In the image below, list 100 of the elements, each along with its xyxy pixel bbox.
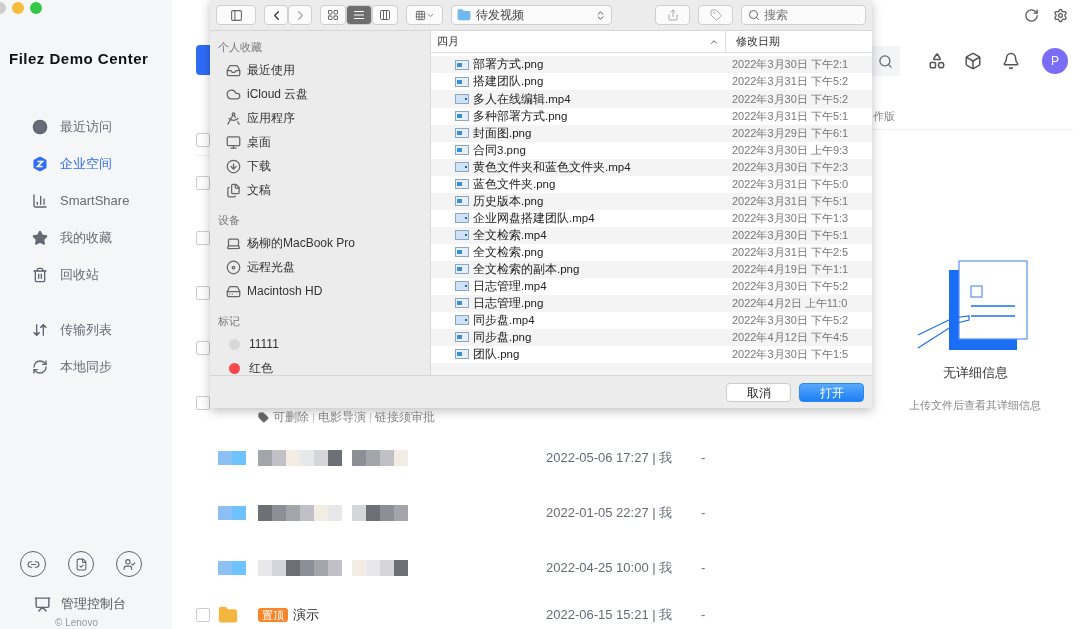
- path-menu[interactable]: 待发视频: [450, 5, 613, 25]
- video-file-icon: [455, 315, 469, 326]
- modified-date: 2022-06-15 15:21 | 我: [546, 605, 674, 624]
- sync-icon: [32, 358, 48, 375]
- file-size: -: [701, 505, 707, 521]
- monitor-icon: [226, 134, 241, 150]
- file-row[interactable]: 部署方式.png 2022年3月30日 下午2:1: [431, 56, 872, 74]
- empty-hint: 上传文件后查看其详细信息: [909, 398, 1041, 413]
- checkbox[interactable]: [196, 176, 210, 191]
- image-file-icon: [455, 179, 469, 190]
- refresh-icon[interactable]: [1024, 8, 1039, 23]
- checkbox[interactable]: [196, 286, 210, 300]
- image-file-icon: [455, 264, 469, 275]
- tag-icon: [258, 412, 269, 424]
- column-header[interactable]: 修改日期: [726, 34, 872, 50]
- modified-date: 2022-05-06 17:27 | 我: [546, 448, 674, 467]
- sidebar-item[interactable]: 桌面: [218, 130, 430, 154]
- modified-date: 2022-04-25 10:00 | 我: [546, 558, 674, 577]
- nav-item[interactable]: 传输列表: [32, 316, 172, 343]
- cube-icon[interactable]: [964, 52, 982, 70]
- pinned-badge: 置顶: [258, 608, 288, 623]
- group-menu-button[interactable]: [406, 5, 443, 25]
- image-file-icon: [455, 59, 469, 70]
- nav-item[interactable]: 回收站: [32, 261, 172, 288]
- hexagon-icon: [32, 155, 48, 172]
- empty-title: 无详细信息: [942, 364, 1008, 382]
- file-size: -: [701, 450, 707, 466]
- back-button[interactable]: [264, 5, 289, 25]
- bar-chart-icon: [32, 192, 48, 209]
- inbox-icon: [226, 62, 241, 78]
- search-icon: [877, 53, 893, 69]
- transfer-icon: [32, 321, 48, 338]
- image-file-icon: [455, 349, 469, 360]
- image-file-icon: [455, 111, 469, 122]
- image-file-icon: [455, 145, 469, 156]
- section-title: 设备: [218, 214, 241, 228]
- console-link[interactable]: 管理控制台: [61, 595, 126, 613]
- user-avatar[interactable]: P: [1042, 48, 1068, 74]
- nav-item[interactable]: 本地同步: [32, 353, 172, 380]
- video-file-icon: [455, 230, 469, 241]
- cancel-button[interactable]: 取消: [726, 382, 791, 402]
- sidebar-icon: [229, 8, 243, 22]
- tag-icon: [709, 9, 722, 21]
- video-file-icon: [455, 213, 469, 224]
- sidebar-item[interactable]: 下载: [218, 154, 430, 178]
- file-size: -: [701, 560, 707, 576]
- sidebar-toggle-button[interactable]: [216, 5, 257, 25]
- blurred-thumbnail-drawing: [218, 450, 246, 465]
- column-header[interactable]: 四月: [431, 31, 726, 53]
- laptop-icon: [226, 235, 241, 251]
- grid-icon: [414, 9, 426, 21]
- nav-item[interactable]: 企业空间: [32, 150, 172, 177]
- zoom-window-button[interactable]: [30, 2, 42, 14]
- search-button[interactable]: [870, 46, 900, 76]
- sidebar-item[interactable]: 11111: [218, 332, 430, 356]
- tag-label: 链接须审批: [375, 409, 435, 427]
- hard-drive-icon: [226, 283, 241, 299]
- checkbox[interactable]: [196, 231, 210, 246]
- sidebar-item[interactable]: 远程光盘: [218, 255, 430, 279]
- checkbox[interactable]: [196, 607, 210, 622]
- notification-icon[interactable]: [1002, 52, 1020, 70]
- sidebar-item[interactable]: 应用程序: [218, 106, 430, 130]
- column-view-button[interactable]: [372, 5, 399, 25]
- nav-item[interactable]: SmartShare: [32, 187, 172, 214]
- sidebar-item[interactable]: iCloud 云盘: [218, 82, 430, 106]
- nav-item[interactable]: 最近访问: [32, 113, 172, 140]
- nav-item[interactable]: 我的收藏: [32, 224, 172, 251]
- video-file-icon: [455, 162, 469, 173]
- blurred-thumbnail-drawing: [218, 560, 246, 575]
- app-title: Filez Demo Center: [9, 50, 150, 67]
- files-icon: [226, 182, 241, 198]
- sidebar-item[interactable]: 红色: [218, 356, 430, 375]
- section-title: 个人收藏: [218, 41, 263, 55]
- download-icon: [226, 158, 241, 174]
- sidebar-item[interactable]: 最近使用: [218, 58, 430, 82]
- checkbox[interactable]: [196, 395, 210, 410]
- file-row[interactable]: 多人在线编辑.mp4 2022年3月30日 下午5:2: [431, 90, 872, 108]
- settings-icon[interactable]: [1053, 8, 1068, 23]
- list-view-button[interactable]: [346, 5, 373, 25]
- image-file-icon: [455, 196, 469, 207]
- sidebar-item[interactable]: 文稿: [218, 178, 430, 202]
- video-file-icon: [455, 281, 469, 292]
- grid-view-button[interactable]: [320, 5, 347, 25]
- sidebar-item[interactable]: 杨柳的MacBook Pro: [218, 231, 430, 255]
- modified-date: 2022-01-05 22:27 | 我: [546, 503, 674, 522]
- image-file-icon: [455, 332, 469, 343]
- checkbox[interactable]: [196, 340, 210, 355]
- checkbox[interactable]: [196, 132, 210, 147]
- section-title: 标记: [218, 315, 241, 329]
- folder-icon: [456, 8, 471, 22]
- image-file-icon: [455, 298, 469, 309]
- image-file-icon: [455, 128, 469, 139]
- column-view-icon: [379, 9, 392, 21]
- file-size: -: [701, 607, 707, 623]
- apps-icon[interactable]: [928, 52, 946, 70]
- sidebar-item[interactable]: Macintosh HD: [218, 279, 430, 303]
- file-name[interactable]: 演示: [293, 607, 319, 623]
- cloud-icon: [226, 86, 241, 102]
- presentation-icon: [34, 595, 51, 613]
- search-field[interactable]: 搜索: [741, 5, 866, 25]
